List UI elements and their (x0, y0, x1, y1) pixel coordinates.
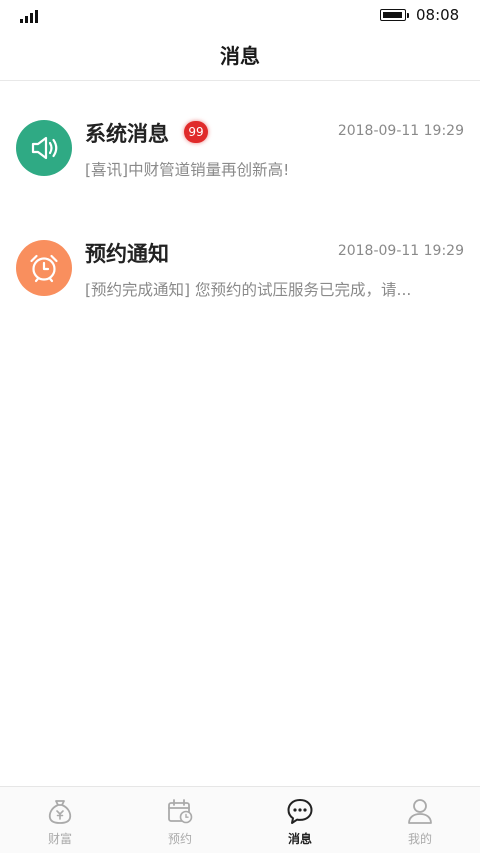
speaker-icon (16, 120, 72, 176)
battery-icon (380, 9, 410, 21)
tab-wealth[interactable]: 财富 (0, 787, 120, 853)
tab-label: 财富 (47, 832, 72, 846)
calendar-clock-icon (168, 799, 193, 824)
tab-messages[interactable]: 消息 (240, 787, 360, 853)
message-item-system[interactable]: 系统消息 99 2018-09-11 19:29 [喜讯]中财管道销量再创新高! (0, 92, 480, 202)
messages-screen: 08:08 消息 系统消息 99 2018-09-11 19:29 [喜讯]中财… (0, 0, 480, 853)
money-bag-icon (48, 800, 72, 824)
message-title: 预约通知 (85, 242, 169, 266)
status-time: 08:08 (416, 6, 460, 24)
tab-profile[interactable]: 我的 (360, 787, 480, 853)
message-time: 2018-09-11 19:29 (337, 123, 464, 139)
status-bar: 08:08 (0, 0, 480, 30)
message-title: 系统消息 (85, 122, 169, 146)
tab-appointment[interactable]: 预约 (120, 787, 240, 853)
chat-bubble-icon (287, 799, 313, 824)
nav-header: 消息 (0, 30, 480, 81)
signal-icon (20, 9, 40, 23)
tab-label: 预约 (167, 832, 192, 846)
page-title: 消息 (220, 44, 260, 68)
tab-label: 我的 (407, 832, 432, 846)
message-time: 2018-09-11 19:29 (337, 243, 464, 259)
alarm-clock-icon (16, 240, 72, 296)
message-preview: [预约完成通知] 您预约的试压服务已完成，请... (85, 281, 412, 299)
unread-count-badge: 99 (184, 121, 208, 143)
tab-label: 消息 (287, 832, 312, 846)
bottom-tab-bar: 财富 预约 消息 我的 (0, 786, 480, 853)
message-item-appointment[interactable]: 预约通知 2018-09-11 19:29 [预约完成通知] 您预约的试压服务已… (0, 212, 480, 322)
user-icon (408, 799, 432, 824)
message-preview: [喜讯]中财管道销量再创新高! (85, 161, 290, 179)
